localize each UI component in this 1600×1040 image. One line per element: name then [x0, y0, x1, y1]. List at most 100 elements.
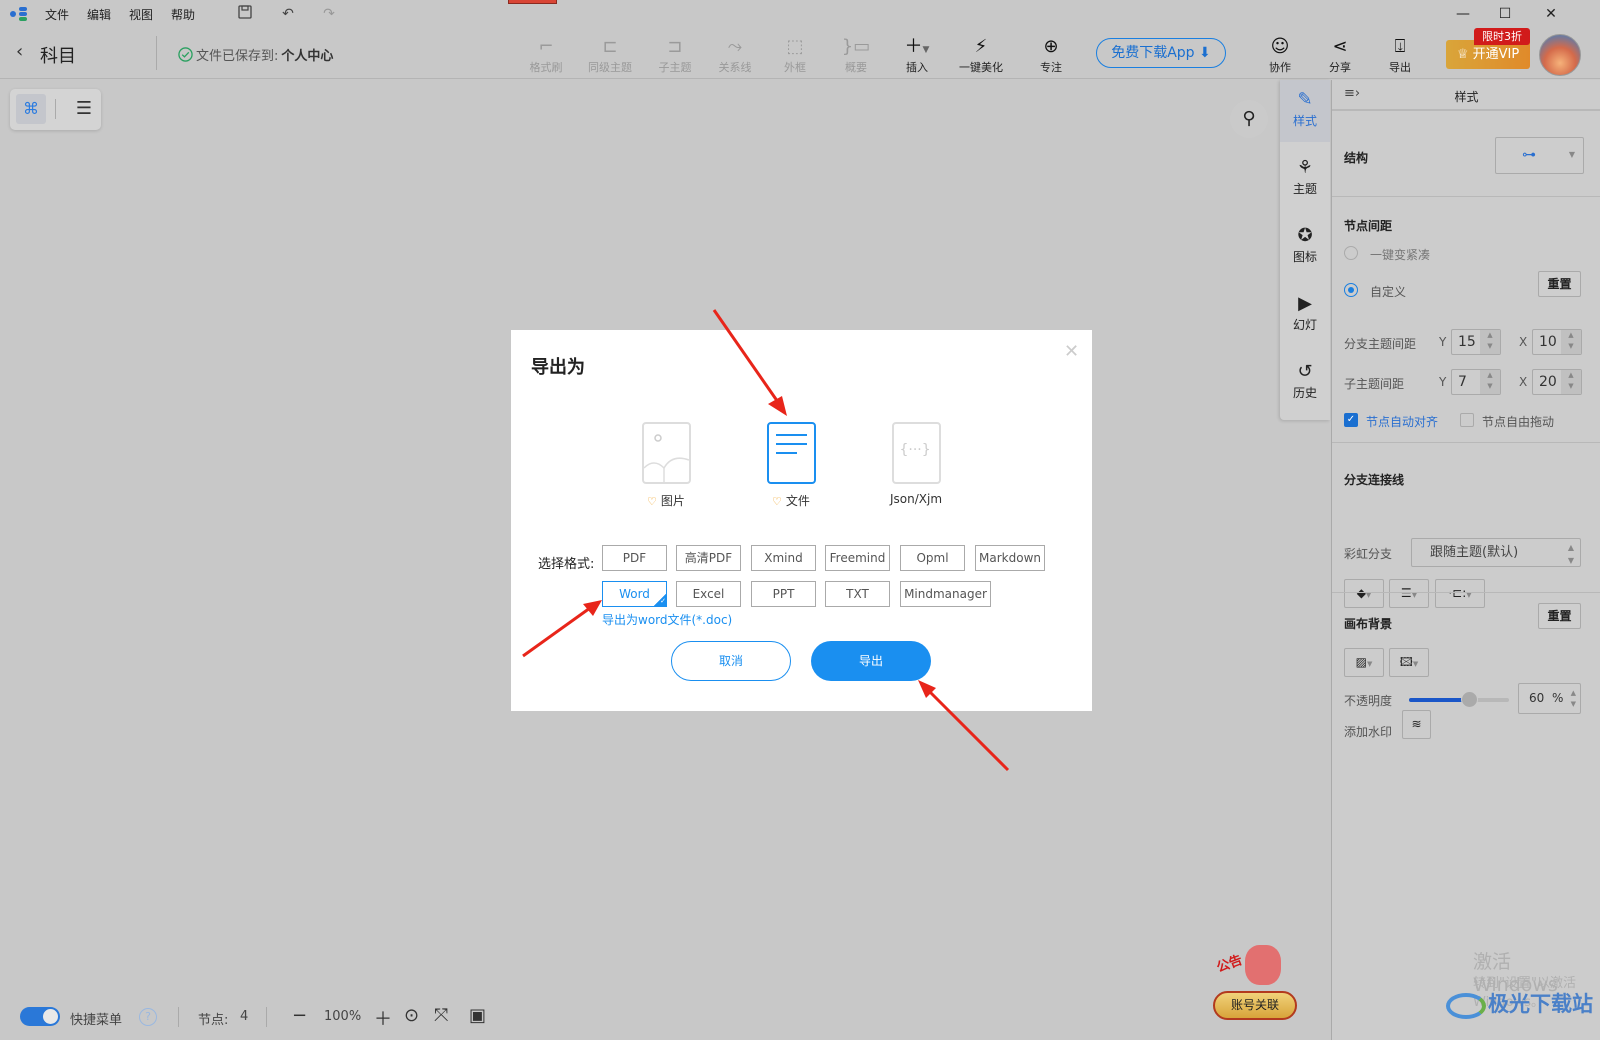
menu-file[interactable]: 文件 [45, 6, 69, 23]
summary-button[interactable]: }▭ 概要 [826, 36, 886, 76]
opacity-slider[interactable] [1409, 691, 1509, 708]
format-opml[interactable]: Opml [900, 545, 965, 571]
x-label: X [1519, 375, 1528, 389]
redo-icon[interactable]: ↷ [320, 5, 338, 23]
custom-radio[interactable] [1344, 283, 1358, 297]
format-freemind[interactable]: Freemind [825, 545, 890, 571]
undo-icon[interactable]: ↶ [279, 5, 297, 23]
locate-icon[interactable]: ⊙ [404, 1005, 419, 1026]
document-file-icon [766, 422, 816, 484]
crown-icon: ♕ [1456, 47, 1469, 62]
download-app-label: 免费下载App [1111, 45, 1195, 61]
outline-view-icon[interactable]: ☰ [72, 94, 96, 124]
beautify-button[interactable]: ⚡ 一键美化 [951, 36, 1011, 76]
zoom-out-icon[interactable]: − [292, 1005, 307, 1026]
spinner-arrows-icon[interactable]: ▲ ▼ [1571, 688, 1576, 710]
line-width-dropdown[interactable]: ☰▼ [1389, 579, 1429, 608]
close-icon[interactable]: ✕ [1064, 341, 1079, 362]
beautify-label: 一键美化 [959, 61, 1003, 74]
tab-history-label: 历史 [1292, 386, 1317, 400]
add-watermark-button[interactable]: ≋ [1402, 710, 1431, 739]
summary-label: 概要 [845, 61, 867, 74]
subtopic-button[interactable]: ⊐ 子主题 [645, 36, 705, 76]
spinner-arrows-icon[interactable]: ▲ ▼ [1480, 370, 1500, 394]
export-type-json[interactable]: {···} Json/Xjm [871, 422, 961, 506]
format-pdf[interactable]: PDF [602, 545, 667, 571]
opacity-unit: % [1552, 691, 1564, 705]
menu-help[interactable]: 帮助 [171, 6, 195, 23]
spinner-arrows-icon[interactable]: ▲ ▼ [1561, 370, 1581, 394]
nodes-count: 4 [240, 1009, 249, 1024]
focus-button[interactable]: ⊕ 专注 [1021, 36, 1081, 76]
format-txt[interactable]: TXT [825, 581, 890, 607]
share-icon: ⋖ [1332, 36, 1348, 57]
sibling-topic-button[interactable]: ⊏ 同级主题 [580, 36, 640, 76]
insert-button[interactable]: ＋▼ 插入 [887, 36, 947, 76]
relation-line-button[interactable]: ⤳ 关系线 [705, 36, 765, 76]
maximize-button[interactable]: ☐ [1494, 4, 1516, 24]
minimap-icon[interactable]: ▣ [469, 1005, 486, 1026]
fit-screen-icon[interactable]: ⤧ [434, 1005, 448, 1026]
compact-radio[interactable] [1344, 246, 1358, 260]
save-icon[interactable] [236, 5, 254, 23]
slides-icon: ▶ [1298, 293, 1312, 314]
format-brush-label: 格式刷 [529, 61, 563, 74]
download-app-button[interactable]: 免费下载App ⬇ [1096, 38, 1226, 68]
format-word[interactable]: Word [602, 581, 667, 607]
reset-spacing-button[interactable]: 重置 [1538, 271, 1581, 297]
opacity-slider-handle[interactable] [1461, 691, 1478, 708]
background-pattern-dropdown[interactable]: ▨▼ [1344, 648, 1384, 677]
zoom-in-icon[interactable]: ＋ [374, 1005, 392, 1031]
format-excel[interactable]: Excel [676, 581, 741, 607]
rainbow-branch-select[interactable]: 跟随主题(默认) ▲ ▼ [1411, 538, 1581, 567]
structure-dropdown[interactable]: ⊶ ▼ [1495, 137, 1584, 174]
tab-history[interactable]: ↺ 历史 [1280, 352, 1330, 414]
minimize-button[interactable]: — [1452, 4, 1474, 24]
tab-sticker[interactable]: ✪ 图标 [1280, 216, 1330, 278]
share-button[interactable]: ⋖ 分享 [1310, 36, 1370, 76]
export-button[interactable]: 导出 [811, 641, 931, 681]
export-type-image[interactable]: ♡ 图片 [621, 422, 711, 509]
reset-background-button[interactable]: 重置 [1538, 603, 1581, 629]
branch-x-input[interactable]: 10 ▲ ▼ [1532, 329, 1582, 355]
export-type-file[interactable]: ♡ 文件 [746, 422, 836, 509]
boundary-button[interactable]: ⬚ 外框 [765, 36, 825, 76]
format-hd-pdf[interactable]: 高清PDF [676, 545, 741, 571]
avatar[interactable] [1539, 34, 1581, 76]
insert-label: 插入 [906, 61, 928, 74]
chevron-left-icon[interactable]: ‹ [16, 41, 23, 62]
tab-theme[interactable]: ⚘ 主题 [1280, 148, 1330, 210]
close-window-button[interactable]: ✕ [1540, 4, 1562, 24]
quick-menu-toggle[interactable] [20, 1007, 60, 1026]
line-style-dropdown[interactable]: ·⊏:▼ [1435, 579, 1485, 608]
opacity-input[interactable]: 60 % ▲ ▼ [1518, 683, 1581, 714]
account-link-button[interactable]: 账号关联 [1213, 991, 1297, 1020]
spinner-arrows-icon[interactable]: ▲ ▼ [1480, 330, 1500, 354]
branch-y-input[interactable]: 15 ▲ ▼ [1451, 329, 1501, 355]
format-markdown[interactable]: Markdown [975, 545, 1045, 571]
line-color-dropdown[interactable]: ◆▼ [1344, 579, 1384, 608]
format-xmind[interactable]: Xmind [751, 545, 816, 571]
tab-style[interactable]: ✎ 样式 [1280, 80, 1330, 142]
export-type-file-label: 文件 [785, 494, 810, 508]
free-drag-checkbox[interactable] [1460, 413, 1474, 427]
collaborate-button[interactable]: ☺ 协作 [1250, 36, 1310, 76]
auto-align-checkbox[interactable]: ✓ [1344, 413, 1358, 427]
background-image-dropdown[interactable]: 🖾▼ [1389, 648, 1429, 677]
export-toolbar-button[interactable]: ⍗ 导出 [1370, 36, 1430, 76]
spinner-arrows-icon[interactable]: ▲ ▼ [1561, 330, 1581, 354]
format-mindmanager[interactable]: Mindmanager [900, 581, 991, 607]
menu-edit[interactable]: 编辑 [87, 6, 111, 23]
style-icon: ✎ [1297, 89, 1313, 110]
cancel-button[interactable]: 取消 [671, 641, 791, 681]
format-brush-button[interactable]: ⌐ 格式刷 [516, 36, 576, 76]
sub-x-input[interactable]: 20 ▲ ▼ [1532, 369, 1582, 395]
search-icon[interactable]: ⚲ [1230, 100, 1268, 138]
mindmap-view-icon[interactable]: ⌘ [16, 94, 46, 124]
paint-bucket-icon: ◆ [1356, 586, 1366, 600]
help-icon[interactable]: ? [139, 1008, 157, 1026]
tab-slides[interactable]: ▶ 幻灯 [1280, 284, 1330, 346]
menu-view[interactable]: 视图 [129, 6, 153, 23]
format-ppt[interactable]: PPT [751, 581, 816, 607]
sub-y-input[interactable]: 7 ▲ ▼ [1451, 369, 1501, 395]
